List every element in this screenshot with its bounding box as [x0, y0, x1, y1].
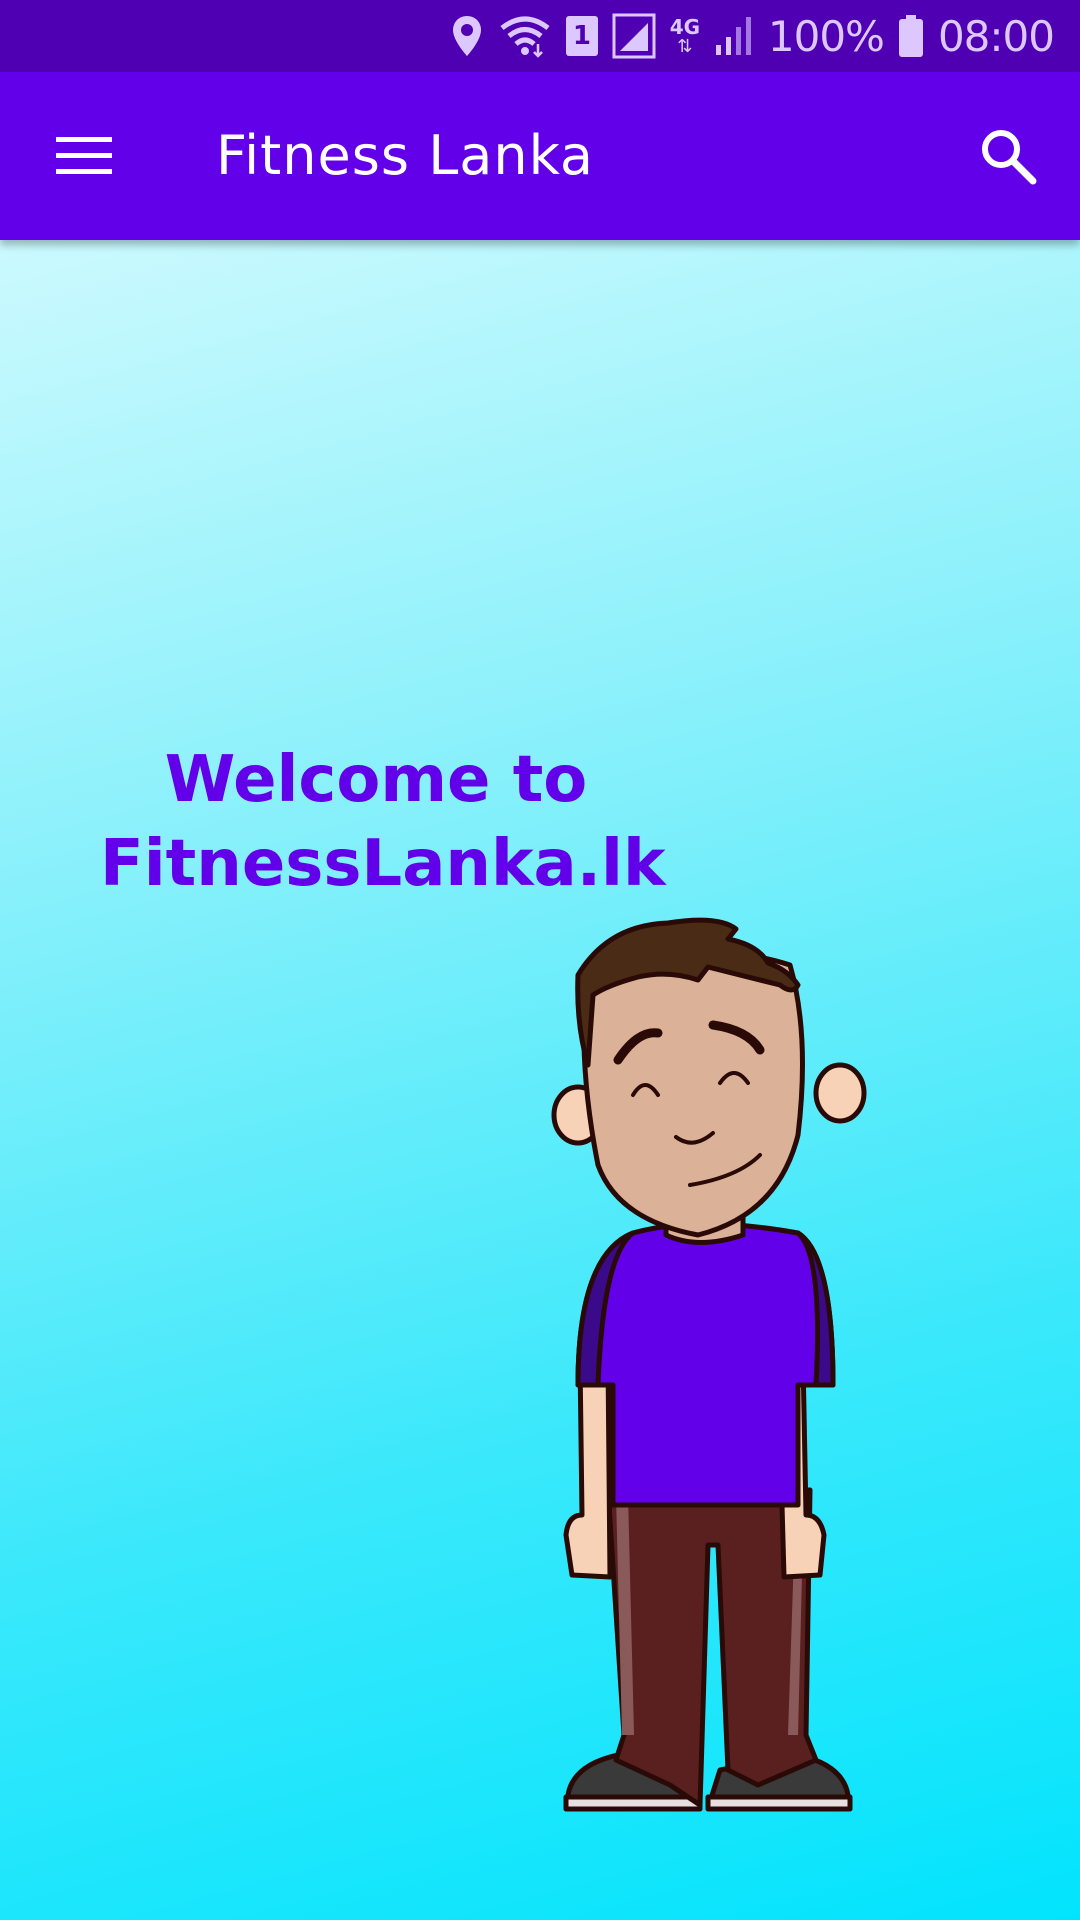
network-type-label: 4G: [669, 15, 701, 39]
signal-icon: [715, 17, 751, 55]
app-bar: Fitness Lanka: [0, 72, 1080, 240]
app-title: Fitness Lanka: [216, 124, 595, 187]
location-icon: [452, 16, 481, 56]
wifi-icon: [500, 16, 550, 58]
status-bar: 1 4G ⇅ 100% 08:00: [0, 0, 1080, 72]
battery-percent: 100%: [767, 11, 885, 61]
search-icon: [982, 130, 1037, 185]
search-button[interactable]: [960, 112, 1056, 200]
signal-icon: [612, 13, 656, 59]
hamburger-menu-icon: [56, 137, 112, 174]
cartoon-man-illustration: [551, 917, 867, 1812]
battery-icon: [898, 15, 923, 57]
welcome-line-1: Welcome to: [164, 743, 588, 817]
network-4g-icon: 4G ⇅: [670, 16, 700, 56]
menu-button[interactable]: [36, 116, 132, 196]
sim-icon: 1: [565, 16, 598, 56]
clock: 08:00: [937, 11, 1055, 61]
data-arrows-icon: ⇅: [677, 36, 693, 57]
welcome-heading: Welcome to FitnessLanka.lk: [100, 738, 666, 906]
welcome-line-2: FitnessLanka.lk: [100, 827, 666, 901]
